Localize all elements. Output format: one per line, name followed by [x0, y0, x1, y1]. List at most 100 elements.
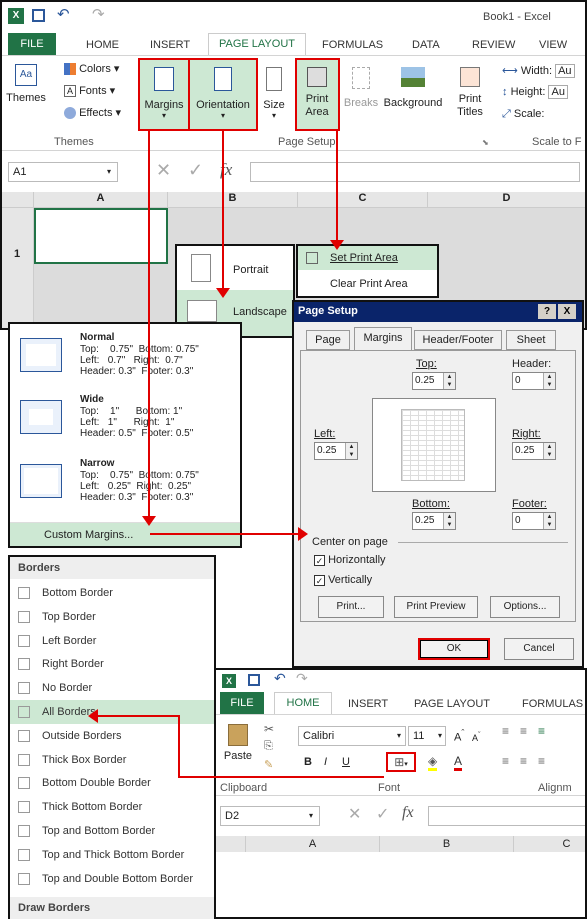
cancel-entry-icon[interactable]: ✕ [348, 804, 361, 824]
border-option-5[interactable]: All Borders [10, 700, 214, 724]
font-size-select[interactable]: 11 ▾ [408, 726, 446, 746]
fonts-button[interactable]: A Fonts ▾ [64, 84, 115, 97]
border-option-10[interactable]: Top and Bottom Border [10, 819, 214, 843]
margin-preset-narrow[interactable]: Narrow Top: 0.75" Bottom: 0.75" Left: 0.… [10, 450, 240, 514]
background-button[interactable]: Background [380, 59, 446, 129]
border-option-7[interactable]: Thick Box Border [10, 748, 214, 772]
vertically-checkbox[interactable]: ✓ Vertically [314, 574, 372, 586]
row-header-1[interactable]: 1 [2, 208, 34, 328]
left-spinner[interactable]: 0.25 ▲ ▼ [314, 442, 358, 460]
bottom-spinner[interactable]: 0.25 ▲ ▼ [412, 512, 456, 530]
width-control[interactable]: ⟷ Width: Au [502, 64, 575, 78]
effects-button[interactable]: Effects ▾ [64, 106, 121, 120]
tab-page-layout[interactable]: PAGE LAYOUT [208, 33, 306, 55]
breaks-button[interactable]: Breaks [342, 59, 380, 129]
redo-icon[interactable]: ↷ [92, 5, 105, 23]
tab-home[interactable]: HOME [86, 39, 119, 51]
tab-formulas[interactable]: FORMULAS [322, 39, 383, 51]
margin-preset-wide[interactable]: Wide Top: 1" Bottom: 1" Left: 1" Right: … [10, 388, 240, 450]
column-header-c-2[interactable]: C [514, 836, 585, 852]
align-center-icon[interactable]: ≡ [520, 754, 527, 768]
page-setup-launcher-icon[interactable]: ⬊ [482, 138, 489, 147]
border-option-1[interactable]: Top Border [10, 605, 214, 629]
cut-icon[interactable]: ✂ [264, 722, 274, 736]
name-box[interactable]: A1 ▾ [8, 162, 118, 182]
fill-color-icon[interactable]: ◈ [428, 754, 438, 771]
close-button[interactable]: X [558, 304, 576, 319]
tab-view[interactable]: VIEW [539, 39, 567, 51]
underline-button[interactable]: U [342, 756, 350, 768]
print-button[interactable]: Print... [318, 596, 384, 618]
align-bottom-icon[interactable]: ≡ [538, 724, 545, 738]
undo-icon[interactable]: ↶ [57, 5, 70, 23]
select-all-corner[interactable] [2, 192, 34, 208]
tab-data[interactable]: DATA [412, 39, 440, 51]
margin-preset-normal[interactable]: Normal Top: 0.75" Bottom: 0.75" Left: 0.… [10, 324, 240, 388]
tab-margins[interactable]: Margins [354, 327, 412, 350]
save-icon[interactable] [248, 674, 260, 686]
border-option-6[interactable]: Outside Borders [10, 724, 214, 748]
font-name-select[interactable]: Calibri ▾ [298, 726, 406, 746]
horizontally-checkbox[interactable]: ✓ Horizontally [314, 554, 386, 566]
size-button[interactable]: Size ▾ [260, 59, 288, 129]
cancel-entry-icon[interactable]: ✕ [156, 160, 171, 181]
italic-button[interactable]: I [324, 756, 327, 768]
border-option-3[interactable]: Right Border [10, 652, 214, 676]
help-button[interactable]: ? [538, 304, 556, 319]
tab-sheet[interactable]: Sheet [506, 330, 556, 350]
shrink-font-icon[interactable]: Aˇ [472, 730, 481, 743]
themes-button[interactable]: Aa Themes [6, 64, 46, 128]
all-borders-button[interactable]: ⊞▾ [386, 752, 416, 772]
paste-button[interactable]: Paste [220, 720, 256, 776]
top-spinner[interactable]: 0.25 ▲ ▼ [412, 372, 456, 390]
formula-input[interactable] [250, 162, 580, 182]
redo-icon[interactable]: ↷ [296, 670, 308, 687]
tab-page-layout-2[interactable]: PAGE LAYOUT [414, 698, 490, 710]
tab-file-2[interactable]: FILE [220, 692, 264, 714]
tab-header-footer[interactable]: Header/Footer [414, 330, 502, 350]
tab-insert[interactable]: INSERT [150, 39, 190, 51]
right-spinner[interactable]: 0.25 ▲ ▼ [512, 442, 556, 460]
border-option-0[interactable]: Bottom Border [10, 581, 214, 605]
tab-home-2[interactable]: HOME [274, 692, 332, 714]
align-middle-icon[interactable]: ≡ [520, 724, 527, 738]
options-button[interactable]: Options... [490, 596, 560, 618]
column-header-c[interactable]: C [298, 192, 428, 208]
height-control[interactable]: ↕ Height: Au [502, 85, 568, 99]
tab-page[interactable]: Page [306, 330, 350, 350]
confirm-entry-icon[interactable]: ✓ [188, 160, 203, 181]
align-left-icon[interactable]: ≡ [502, 754, 509, 768]
border-option-2[interactable]: Left Border [10, 629, 214, 653]
tab-insert-2[interactable]: INSERT [348, 698, 388, 710]
insert-function-icon[interactable]: fx [402, 804, 414, 822]
save-icon[interactable] [32, 9, 45, 22]
name-box-2[interactable]: D2 ▾ [220, 806, 320, 826]
column-header-d[interactable]: D [428, 192, 585, 208]
select-all-corner-2[interactable] [216, 836, 246, 852]
cancel-button[interactable]: Cancel [504, 638, 574, 660]
portrait-option[interactable]: Portrait [177, 246, 293, 290]
scale-control[interactable]: ⤢ Scale: [502, 108, 544, 121]
print-titles-button[interactable]: Print Titles [450, 59, 490, 129]
undo-icon[interactable]: ↶ [274, 670, 286, 687]
font-color-icon[interactable]: A [454, 754, 463, 771]
print-preview-button[interactable]: Print Preview [394, 596, 478, 618]
ok-button[interactable]: OK [418, 638, 490, 660]
border-option-12[interactable]: Top and Double Bottom Border [10, 867, 214, 891]
tab-review[interactable]: REVIEW [472, 39, 515, 51]
column-header-a-2[interactable]: A [246, 836, 380, 852]
tab-file[interactable]: FILE [8, 33, 56, 55]
column-header-b-2[interactable]: B [380, 836, 514, 852]
border-option-9[interactable]: Thick Bottom Border [10, 795, 214, 819]
copy-icon[interactable]: ⎘ [264, 740, 273, 753]
clear-print-area-item[interactable]: Clear Print Area [298, 272, 437, 296]
set-print-area-item[interactable]: Set Print Area [298, 246, 437, 270]
header-spinner[interactable]: 0 ▲ ▼ [512, 372, 556, 390]
align-top-icon[interactable]: ≡ [502, 724, 509, 738]
bold-button[interactable]: B [304, 756, 312, 768]
align-right-icon[interactable]: ≡ [538, 754, 545, 768]
colors-button[interactable]: Colors ▾ [64, 62, 119, 76]
grow-font-icon[interactable]: Aˆ [454, 728, 464, 744]
format-painter-icon[interactable]: ✎ [264, 758, 273, 771]
border-option-8[interactable]: Bottom Double Border [10, 771, 214, 795]
